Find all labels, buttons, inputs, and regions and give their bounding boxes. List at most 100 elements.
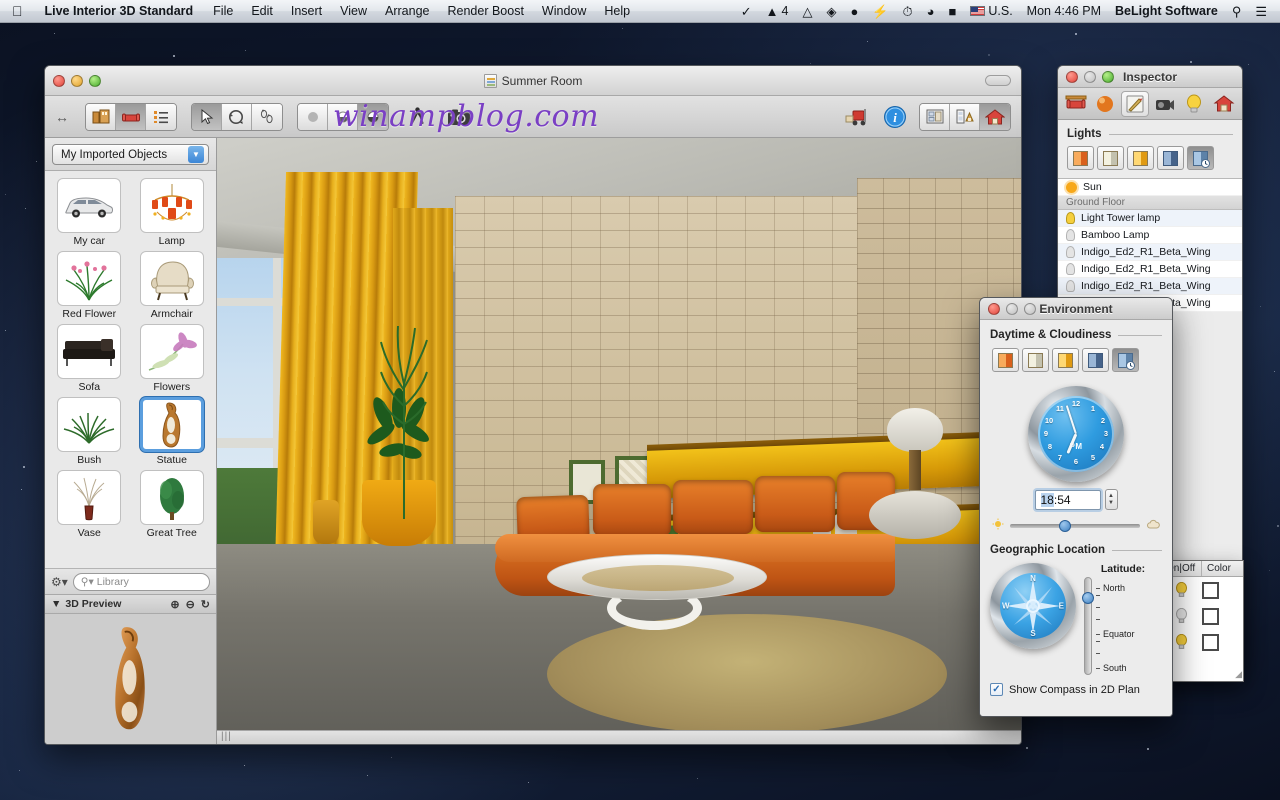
search-icon[interactable]: ⚲ bbox=[1225, 0, 1249, 23]
menu-arrange[interactable]: Arrange bbox=[376, 0, 438, 23]
resize-grip-icon[interactable]: ◢ bbox=[1235, 669, 1242, 680]
inspector-titlebar[interactable]: Inspector bbox=[1058, 66, 1242, 88]
show-compass-row[interactable]: ✓ Show Compass in 2D Plan bbox=[980, 675, 1172, 696]
table-row[interactable] bbox=[1161, 577, 1243, 603]
list-item[interactable]: Indigo_Ed2_R1_Beta_Wing bbox=[1058, 278, 1242, 295]
preset-night[interactable] bbox=[1157, 146, 1184, 170]
walking-person-icon[interactable] bbox=[403, 103, 431, 131]
battery-icon[interactable]: ■ bbox=[942, 0, 964, 23]
minimize-button[interactable] bbox=[1006, 302, 1018, 315]
wifi-icon[interactable]: ◕ bbox=[920, 0, 942, 23]
high-quality[interactable] bbox=[358, 103, 388, 130]
toolbar-toggle-button[interactable] bbox=[985, 75, 1011, 86]
list-item[interactable]: Flowers bbox=[134, 324, 211, 393]
material-tab[interactable] bbox=[1092, 91, 1120, 117]
list-item[interactable]: Red Flower bbox=[51, 251, 128, 320]
input-source-indicator[interactable]: U.S. bbox=[963, 0, 1019, 23]
apple-icon[interactable]:  bbox=[0, 4, 34, 18]
list-item[interactable]: Great Tree bbox=[134, 470, 211, 539]
menu-edit[interactable]: Edit bbox=[242, 0, 282, 23]
menu-bar-user[interactable]: BeLight Software bbox=[1108, 0, 1225, 23]
orbit-tool[interactable] bbox=[222, 103, 252, 130]
select-tool[interactable] bbox=[192, 103, 222, 130]
list-item[interactable]: Sofa bbox=[51, 324, 128, 393]
menu-window[interactable]: Window bbox=[533, 0, 595, 23]
cloudiness-knob[interactable] bbox=[1059, 519, 1072, 532]
daytime-preset-sunset[interactable] bbox=[1052, 348, 1079, 372]
zoom-out-icon[interactable]: ⊖ bbox=[186, 598, 195, 611]
daytime-preset-sunrise[interactable] bbox=[992, 348, 1019, 372]
info-icon[interactable]: i bbox=[881, 103, 909, 131]
preset-evening[interactable] bbox=[1127, 146, 1154, 170]
wireframe-quality[interactable] bbox=[298, 103, 328, 130]
walk-tool[interactable] bbox=[252, 103, 282, 130]
daytime-preset-custom[interactable] bbox=[1112, 348, 1139, 372]
list-item[interactable]: Light Tower lamp bbox=[1058, 210, 1242, 227]
menu-view[interactable]: View bbox=[331, 0, 376, 23]
viewport-scrollbar[interactable] bbox=[217, 730, 1021, 744]
cloudiness-track[interactable] bbox=[1010, 519, 1140, 532]
chevron-down-icon[interactable]: ▼ bbox=[188, 146, 204, 163]
adobe-icon[interactable]: ▲ 4 bbox=[759, 0, 796, 23]
medium-quality[interactable] bbox=[328, 103, 358, 130]
list-item[interactable]: Bush bbox=[51, 397, 128, 466]
main-window-titlebar[interactable]: Summer Room bbox=[45, 66, 1021, 96]
latitude-knob[interactable] bbox=[1082, 592, 1094, 605]
list-item[interactable]: Indigo_Ed2_R1_Beta_Wing bbox=[1058, 244, 1242, 261]
evernote-icon[interactable]: ● bbox=[843, 0, 865, 23]
gear-icon[interactable]: ⚙▾ bbox=[51, 575, 68, 589]
time-machine-icon[interactable]: ⏱ bbox=[896, 0, 920, 23]
menu-bar-clock[interactable]: Mon 4:46 PM bbox=[1020, 0, 1108, 23]
color-swatch[interactable] bbox=[1202, 633, 1219, 651]
latitude-slider[interactable] bbox=[1082, 577, 1094, 675]
preset-day[interactable] bbox=[1097, 146, 1124, 170]
list-item[interactable]: My car bbox=[51, 178, 128, 247]
close-button[interactable] bbox=[988, 302, 1000, 315]
resize-grip-icon[interactable]: ||| bbox=[221, 731, 232, 742]
list-item[interactable]: Vase bbox=[51, 470, 128, 539]
floor-plan-button[interactable] bbox=[86, 103, 116, 130]
daytime-preset-day[interactable] bbox=[1022, 348, 1049, 372]
camera-tab[interactable] bbox=[1151, 91, 1179, 117]
3d-viewport[interactable]: ||| bbox=[217, 138, 1021, 744]
list-item[interactable]: Indigo_Ed2_R1_Beta_Wing bbox=[1058, 261, 1242, 278]
rotate-icon[interactable]: ↻ bbox=[201, 598, 210, 611]
column-header-color[interactable]: Color bbox=[1202, 561, 1236, 576]
list-item[interactable]: Sun bbox=[1058, 179, 1242, 196]
list-item-statue[interactable]: Statue bbox=[134, 397, 211, 466]
menu-app-name[interactable]: Live Interior 3D Standard bbox=[34, 0, 205, 23]
object-list-button[interactable] bbox=[146, 103, 176, 130]
color-swatch[interactable] bbox=[1202, 607, 1219, 625]
zoom-button[interactable] bbox=[1102, 70, 1114, 83]
object-tab[interactable] bbox=[1062, 91, 1090, 117]
compass-icon[interactable]: N E S W bbox=[990, 563, 1076, 649]
google-drive-icon[interactable]: △ bbox=[795, 0, 819, 23]
house-view-button[interactable] bbox=[980, 103, 1010, 130]
interior-button[interactable] bbox=[116, 103, 146, 130]
color-swatch[interactable] bbox=[1202, 581, 1219, 599]
zoom-in-icon[interactable]: ⊕ bbox=[170, 598, 179, 611]
check-badge-icon[interactable]: ✓ bbox=[734, 0, 759, 23]
menu-file[interactable]: File bbox=[204, 0, 242, 23]
environment-titlebar[interactable]: Environment bbox=[980, 298, 1172, 320]
split-view-button[interactable] bbox=[950, 103, 980, 130]
preset-morning[interactable] bbox=[1067, 146, 1094, 170]
list-item[interactable]: Bamboo Lamp bbox=[1058, 227, 1242, 244]
lights-tab[interactable] bbox=[1181, 91, 1209, 117]
search-input[interactable]: ⚲▾ Library bbox=[72, 572, 210, 591]
edit-tab[interactable] bbox=[1121, 90, 1149, 117]
time-stepper[interactable]: ▲ ▼ bbox=[1104, 489, 1118, 510]
table-row[interactable] bbox=[1161, 629, 1243, 655]
house-tab[interactable] bbox=[1210, 91, 1238, 117]
time-input[interactable]: 18:54 bbox=[1034, 489, 1101, 510]
dropbox-icon[interactable]: ◈ bbox=[819, 0, 843, 23]
preset-custom[interactable] bbox=[1187, 146, 1214, 170]
zoom-button[interactable] bbox=[1024, 302, 1036, 315]
cloudiness-slider[interactable] bbox=[980, 512, 1172, 535]
show-compass-checkbox[interactable]: ✓ bbox=[990, 683, 1003, 696]
list-item[interactable]: Lamp bbox=[134, 178, 211, 247]
menu-insert[interactable]: Insert bbox=[282, 0, 331, 23]
preview-3d-area[interactable] bbox=[45, 614, 216, 744]
list-item[interactable]: Armchair bbox=[134, 251, 211, 320]
flash-icon[interactable]: ⚡ bbox=[865, 0, 895, 23]
